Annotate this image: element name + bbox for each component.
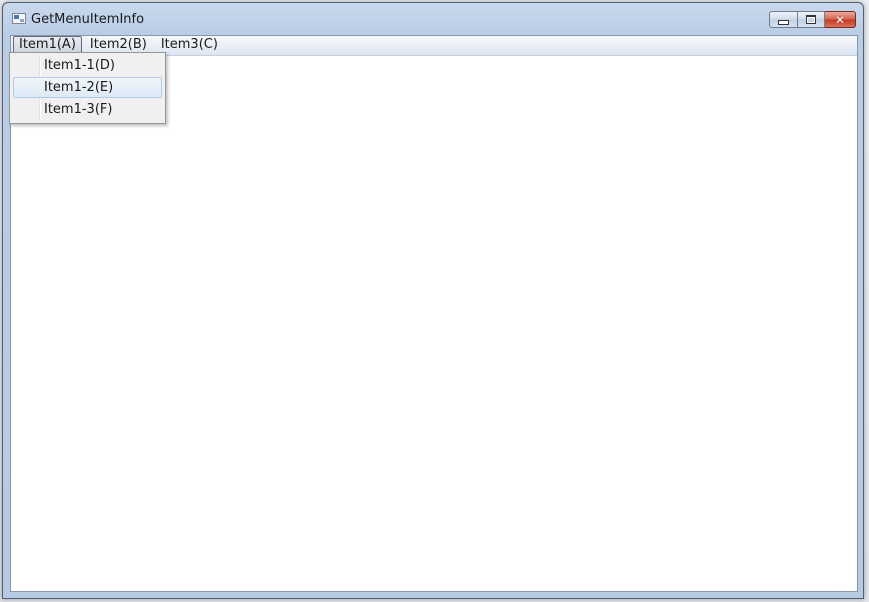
maximize-button[interactable] — [798, 11, 825, 28]
close-button[interactable]: ✕ — [825, 11, 856, 28]
dropdown-item-1-1[interactable]: Item1-1(D) — [13, 55, 162, 76]
dropdown-item-1-2[interactable]: Item1-2(E) — [13, 77, 162, 98]
maximize-icon — [798, 12, 824, 27]
window-title: GetMenuItemInfo — [31, 12, 145, 27]
dropdown-item-1-3[interactable]: Item1-3(F) — [13, 99, 162, 120]
caption-buttons: ✕ — [769, 11, 856, 29]
minimize-icon — [770, 12, 797, 27]
title-bar[interactable]: GetMenuItemInfo ✕ — [3, 3, 863, 35]
dropdown-menu: Item1-1(D) Item1-2(E) Item1-3(F) — [9, 52, 166, 124]
close-icon: ✕ — [834, 12, 846, 27]
app-icon[interactable] — [12, 13, 26, 24]
minimize-button[interactable] — [769, 11, 798, 28]
